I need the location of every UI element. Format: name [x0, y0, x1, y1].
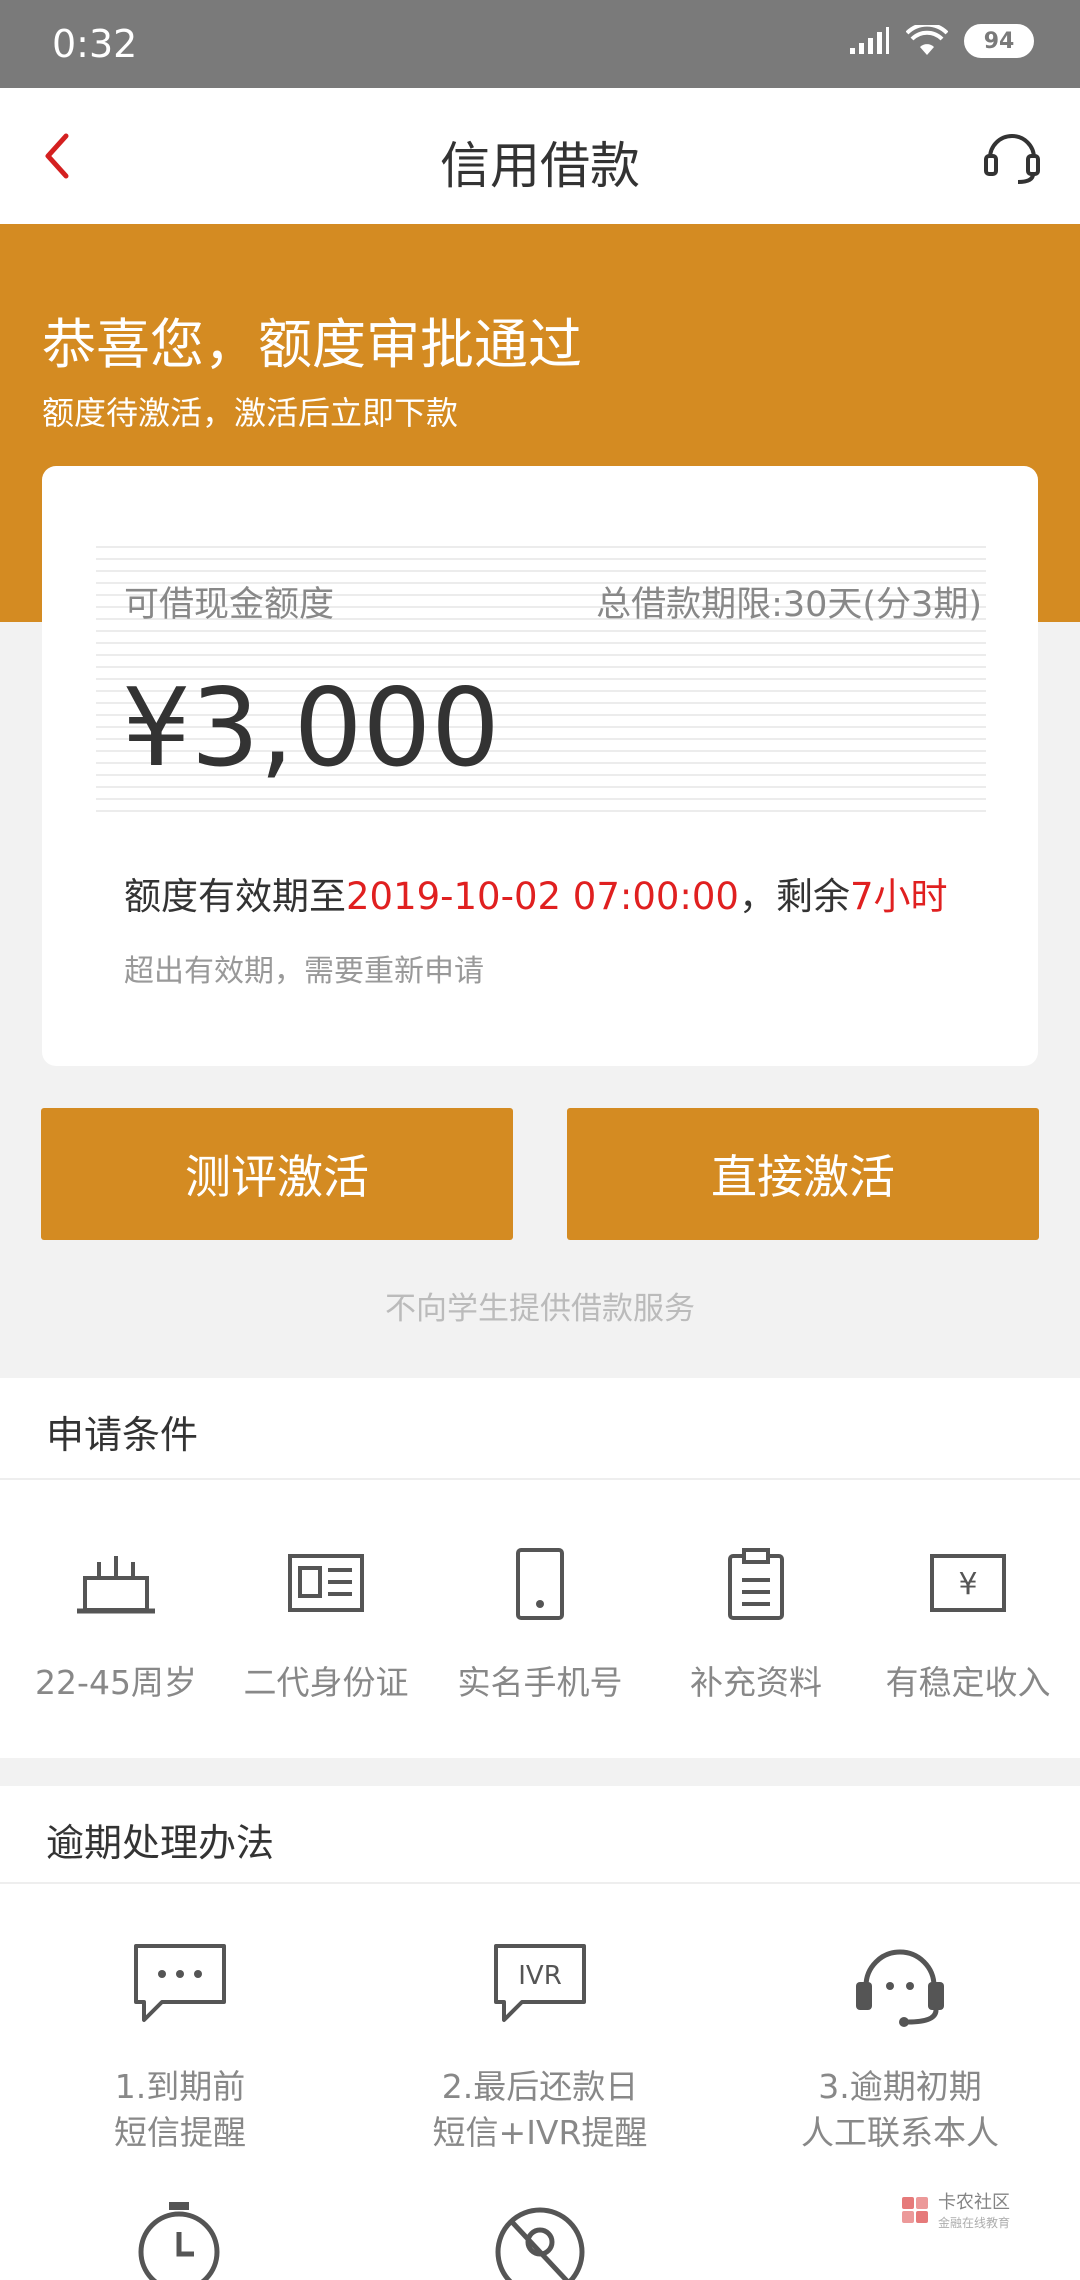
customer-service-icon[interactable] [982, 128, 1042, 184]
student-notice: 不向学生提供借款服务 [385, 1291, 695, 1327]
conditions-title: 申请条件 [46, 1413, 199, 1457]
page-title: 信用借款 [440, 137, 640, 195]
validity-date: 2019-10-02 07:00:00 [346, 875, 739, 918]
condition-id: 二代身份证 [218, 1548, 434, 1704]
overdue-step-sms: 1.到期前 短信提醒 [0, 1942, 360, 2156]
condition-age: 22-45周岁 [8, 1548, 224, 1704]
watermark-logo-icon [902, 2196, 928, 2223]
blocked-user-icon [495, 2207, 585, 2280]
status-time: 0:32 [52, 22, 138, 66]
ivr-icon: IVR [494, 1944, 586, 2022]
phone-icon [516, 1548, 564, 1620]
nav-bar: 信用借款 [0, 88, 1080, 224]
wifi-icon [906, 25, 948, 55]
cake-icon [77, 1556, 155, 1614]
divider [0, 1882, 1080, 1884]
overdue-step-ivr: IVR 2.最后还款日 短信+IVR提醒 [360, 1942, 720, 2156]
battery-indicator: 94 [964, 24, 1034, 58]
validity-text: 额度有效期至2019-10-02 07:00:00，剩余7小时 [124, 875, 948, 918]
conditions-section: 申请条件 22-45周岁 二代身份证 实名手机号 补充资料 ¥ 有稳定收入 [0, 1378, 1080, 1758]
id-card-icon [288, 1554, 364, 1612]
term-label: 总借款期限:30天(分3期) [596, 585, 982, 625]
approval-subline: 额度待激活，激活后立即下款 [42, 394, 459, 432]
sms-icon [134, 1944, 226, 2022]
divider [0, 1478, 1080, 1480]
remaining-time: 7小时 [849, 875, 948, 918]
timer-icon [138, 2202, 220, 2280]
signal-icon [850, 27, 889, 54]
condition-income: ¥ 有稳定收入 [860, 1548, 1076, 1704]
limit-label: 可借现金额度 [124, 585, 335, 625]
credit-limit-card: 可借现金额度 总借款期限:30天(分3期) ¥3,000 额度有效期至2019-… [42, 466, 1038, 1066]
headset-icon [856, 1949, 944, 2027]
income-icon: ¥ [930, 1554, 1006, 1612]
condition-phone: 实名手机号 [432, 1548, 648, 1704]
direct-activate-button[interactable]: 直接激活 [567, 1108, 1039, 1240]
svg-text:IVR: IVR [518, 1961, 562, 1991]
condition-documents: 补充资料 [648, 1548, 864, 1704]
status-bar: 0:32 94 [0, 0, 1080, 88]
approval-headline: 恭喜您，额度审批通过 [42, 313, 582, 376]
evaluate-activate-button[interactable]: 测评激活 [41, 1108, 513, 1240]
overdue-title: 逾期处理办法 [46, 1821, 275, 1865]
watermark: 卡农社区 金融在线教育 [898, 2188, 1010, 2231]
limit-amount: ¥3,000 [122, 666, 500, 791]
clipboard-icon [728, 1548, 784, 1620]
overdue-step-call: 3.逾期初期 人工联系本人 [720, 1942, 1080, 2156]
svg-text:¥: ¥ [958, 1567, 977, 1602]
expiry-note: 超出有效期，需要重新申请 [124, 954, 484, 989]
